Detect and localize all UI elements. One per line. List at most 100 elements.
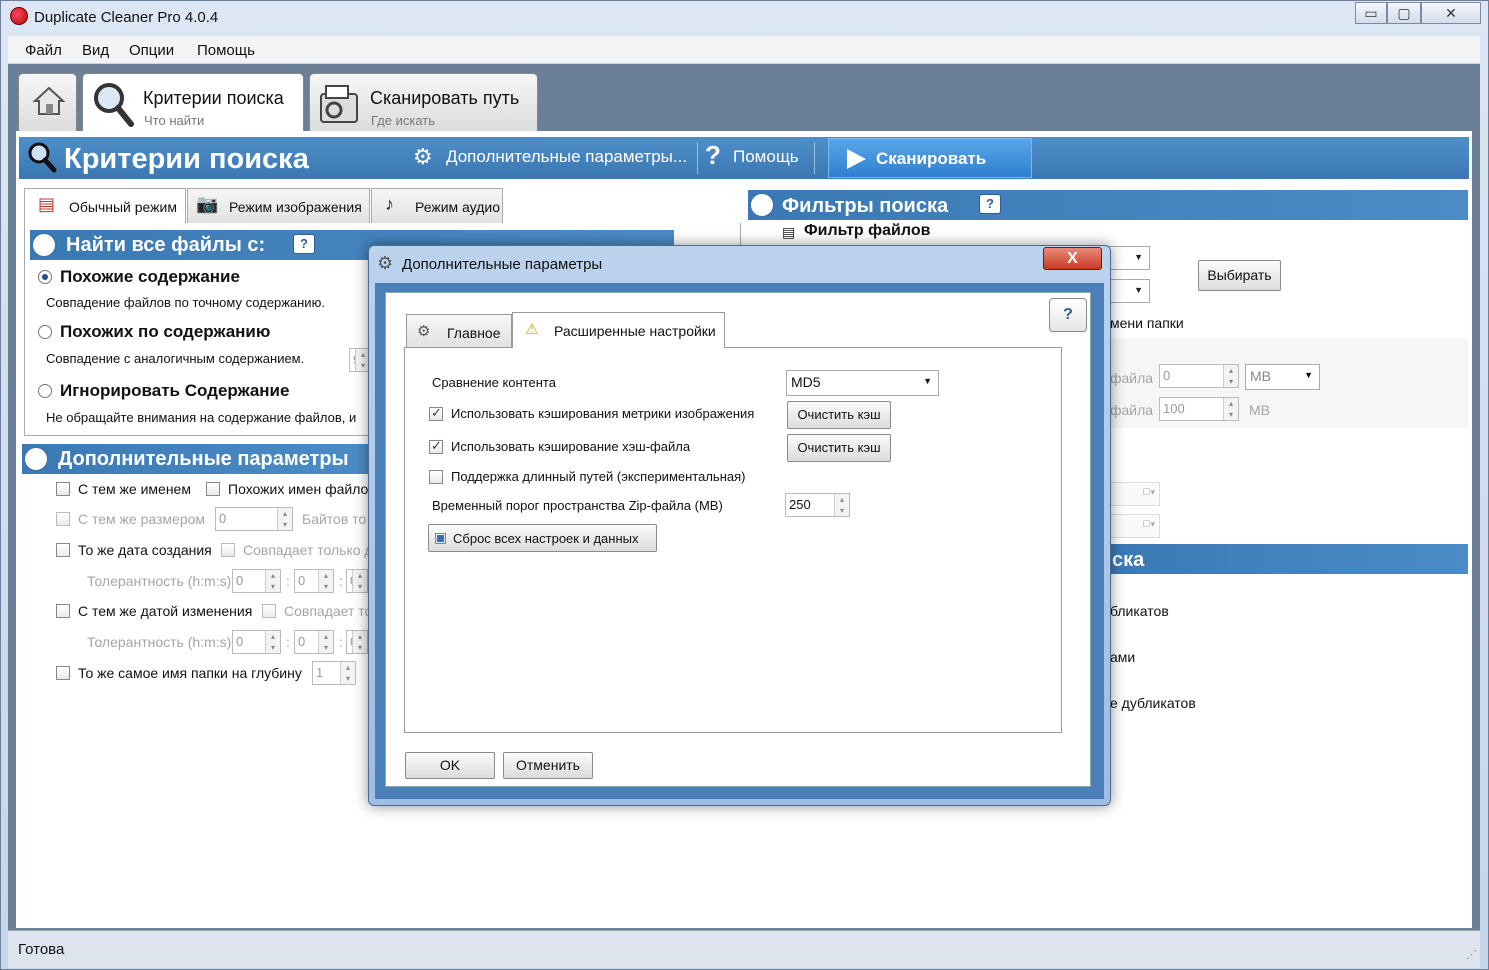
camera-icon: 📷 bbox=[196, 194, 219, 214]
min-size-unit[interactable]: MB bbox=[1245, 364, 1320, 390]
menu-view[interactable]: Вид bbox=[82, 42, 109, 59]
match-only-label: Совпадает только д bbox=[243, 542, 373, 558]
cancel-button[interactable]: Отменить bbox=[503, 752, 593, 779]
tab-normal-mode[interactable]: ▤ Обычный режим bbox=[24, 188, 186, 225]
tolerance-hours[interactable]: 0 bbox=[232, 569, 281, 593]
tab-image-mode[interactable]: 📷 Режим изображения bbox=[187, 188, 370, 223]
filter-icon bbox=[749, 192, 775, 218]
same-created-checkbox[interactable] bbox=[56, 543, 70, 557]
tolerance2-hours[interactable]: 0 bbox=[232, 630, 281, 654]
match-only2-checkbox[interactable] bbox=[262, 604, 276, 618]
filter-combo-1[interactable]: ▼ bbox=[1108, 246, 1150, 270]
gear-icon: ⚙ bbox=[417, 323, 431, 340]
tab-advanced[interactable]: ⚠ Расширенные настройки bbox=[512, 312, 725, 348]
status-text: Готова bbox=[18, 941, 65, 958]
menu-file[interactable]: Файл bbox=[25, 42, 62, 59]
zip-threshold-input[interactable]: 250 bbox=[785, 493, 850, 517]
tab-subtitle: Где искать bbox=[371, 113, 436, 128]
tolerance2-seconds[interactable]: 0 bbox=[346, 630, 368, 654]
clear-hash-cache-button[interactable]: Очистить кэш bbox=[787, 434, 891, 462]
status-bar bbox=[8, 930, 1480, 968]
file-min-label: файла bbox=[1110, 370, 1154, 386]
reset-icon: ▣ bbox=[434, 529, 448, 545]
tab-audio-mode[interactable]: ♪ Режим аудио bbox=[371, 188, 503, 223]
radio-similar-content[interactable] bbox=[38, 325, 52, 339]
tab-label: Обычный режим bbox=[69, 199, 177, 215]
filter-combo-2[interactable]: ▼ bbox=[1108, 279, 1150, 303]
match-only-checkbox[interactable] bbox=[221, 543, 235, 557]
scan-button[interactable]: Сканировать bbox=[828, 138, 1032, 178]
content-compare-select[interactable]: MD5 bbox=[786, 370, 939, 396]
file-icon: ▤ bbox=[782, 224, 796, 240]
ribbon-separator bbox=[814, 142, 815, 174]
long-paths-label: Поддержка длинный путей (экспериментальн… bbox=[451, 469, 746, 484]
same-name-label: С тем же именем bbox=[78, 481, 191, 497]
choose-button[interactable]: Выбирать bbox=[1198, 260, 1281, 291]
same-name-checkbox[interactable] bbox=[56, 482, 70, 496]
tab-scan-path[interactable]: Сканировать путь Где искать bbox=[309, 73, 538, 131]
duplicates-label-2: ами bbox=[1110, 649, 1136, 665]
option-label: Похожие содержание bbox=[60, 267, 240, 286]
find-all-help-icon[interactable]: ? bbox=[293, 234, 315, 254]
tab-label: Главное bbox=[447, 325, 501, 341]
menu-bar: Файл Вид Опции Помощь bbox=[8, 36, 1480, 64]
reset-all-label: Сброс всех настроек и данных bbox=[453, 531, 639, 546]
advanced-settings-button[interactable]: Дополнительные параметры... bbox=[446, 147, 687, 167]
cache-image-checkbox[interactable] bbox=[429, 405, 443, 421]
dialog-help-button[interactable]: ? bbox=[1049, 298, 1087, 332]
disabled-combo[interactable]: ☐▾ bbox=[1110, 482, 1160, 506]
min-size-input[interactable]: 0 bbox=[1159, 364, 1239, 388]
option-desc: Совпадение файлов по точному содержанию. bbox=[46, 295, 325, 310]
radio-exact-content[interactable] bbox=[38, 270, 52, 284]
same-size-checkbox[interactable] bbox=[56, 512, 70, 526]
long-paths-checkbox[interactable] bbox=[429, 470, 443, 484]
window-title: Duplicate Cleaner Pro 4.0.4 bbox=[34, 9, 219, 26]
same-modified-checkbox[interactable] bbox=[56, 604, 70, 618]
same-created-label: То же дата создания bbox=[78, 542, 212, 558]
gear-icon: ⚙ bbox=[413, 144, 433, 169]
magnifier-small-icon bbox=[23, 446, 49, 472]
tab-home[interactable] bbox=[18, 73, 77, 131]
tab-joint bbox=[513, 346, 724, 349]
option-desc: Совпадение с аналогичным содержанием. bbox=[46, 351, 305, 366]
tab-title: Критерии поиска bbox=[143, 88, 284, 108]
magnifier-icon bbox=[28, 142, 57, 173]
tab-general[interactable]: ⚙ Главное bbox=[406, 314, 512, 348]
section-title: ска bbox=[1112, 549, 1145, 571]
dialog-close-button[interactable]: X bbox=[1043, 247, 1102, 270]
ok-button[interactable]: OK bbox=[405, 752, 495, 779]
folder-depth-input[interactable]: 1 bbox=[312, 661, 356, 685]
colon: : bbox=[286, 634, 290, 650]
duplicates-label-1: бликатов bbox=[1110, 603, 1169, 619]
max-size-input[interactable]: 100 bbox=[1159, 397, 1239, 421]
menu-help[interactable]: Помощь bbox=[197, 42, 255, 59]
cache-hash-checkbox[interactable] bbox=[429, 438, 443, 454]
reset-all-button[interactable]: ▣ Сброс всех настроек и данных bbox=[428, 524, 657, 552]
same-modified-label: С тем же датой изменения bbox=[78, 603, 253, 619]
find-all-title: Найти все файлы с: bbox=[66, 234, 266, 256]
tolerance2-minutes[interactable]: 0 bbox=[294, 630, 334, 654]
clear-image-cache-button[interactable]: Очистить кэш bbox=[787, 401, 891, 429]
filters-help-icon[interactable]: ? bbox=[979, 194, 1001, 214]
radio-ignore-content[interactable] bbox=[38, 384, 52, 398]
tolerance-seconds[interactable]: 0 bbox=[346, 569, 368, 593]
close-window-button[interactable]: ✕ bbox=[1421, 2, 1481, 24]
help-button[interactable]: Помощь bbox=[733, 147, 799, 167]
minimize-button[interactable]: ▭ bbox=[1355, 2, 1387, 24]
content-compare-label: Сравнение контента bbox=[432, 375, 556, 390]
similar-names-checkbox[interactable] bbox=[206, 482, 220, 496]
disabled-combo[interactable]: ☐▾ bbox=[1110, 514, 1160, 538]
maximize-button[interactable]: ▢ bbox=[1387, 2, 1421, 24]
resize-grip-icon[interactable]: ⋰ bbox=[1466, 948, 1477, 961]
option-desc: Не обращайте внимания на содержание файл… bbox=[46, 410, 357, 425]
size-input[interactable]: 0 bbox=[215, 507, 293, 531]
colon: : bbox=[339, 634, 343, 650]
option-label: Похожих по содержанию bbox=[60, 322, 271, 341]
tab-search-criteria[interactable]: Критерии поиска Что найти bbox=[82, 73, 304, 133]
page-title: Критерии поиска bbox=[64, 143, 309, 175]
menu-options[interactable]: Опции bbox=[129, 42, 174, 59]
cache-image-label: Использовать кэширования метрики изображ… bbox=[451, 406, 755, 421]
tolerance-minutes[interactable]: 0 bbox=[294, 569, 334, 593]
same-folder-checkbox[interactable] bbox=[56, 666, 70, 680]
ribbon-separator bbox=[697, 142, 698, 174]
